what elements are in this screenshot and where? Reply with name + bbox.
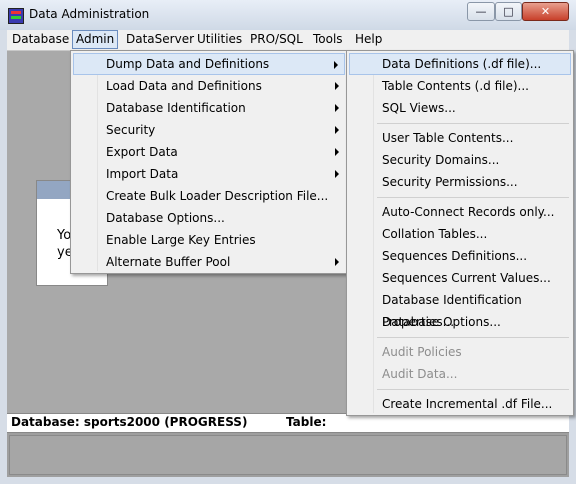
status-table: Table: xyxy=(286,415,327,429)
submenu-arrow-icon xyxy=(335,148,339,156)
admin-item-label: Enable Large Key Entries xyxy=(106,233,256,247)
admin-item-label: Database Options... xyxy=(106,211,225,225)
bottom-panel xyxy=(7,433,569,477)
dump-item-label: User Table Contents... xyxy=(382,131,514,145)
admin-item-label: Create Bulk Loader Description File... xyxy=(106,189,329,203)
status-database: Database: sports2000 (PROGRESS) xyxy=(11,415,248,429)
dump-item-label: Table Contents (.d file)... xyxy=(382,79,529,93)
admin-menu: Dump Data and Definitions Load Data and … xyxy=(70,50,348,274)
admin-item-load-data[interactable]: Load Data and Definitions xyxy=(73,75,345,97)
admin-item-bulk-loader[interactable]: Create Bulk Loader Description File... xyxy=(73,185,345,207)
dump-item-collation-tables[interactable]: Collation Tables... xyxy=(349,223,571,245)
dump-item-label: Sequences Current Values... xyxy=(382,271,551,285)
admin-item-label: Load Data and Definitions xyxy=(106,79,262,93)
dump-item-audit-data: Audit Data... xyxy=(349,363,571,385)
dump-item-label: Security Permissions... xyxy=(382,175,518,189)
submenu-arrow-icon xyxy=(335,126,339,134)
menu-separator xyxy=(377,197,569,198)
close-button[interactable]: ✕ xyxy=(522,2,569,21)
admin-item-database-options[interactable]: Database Options... xyxy=(73,207,345,229)
dump-item-audit-policies: Audit Policies xyxy=(349,341,571,363)
dump-item-label: Audit Policies xyxy=(382,345,462,359)
admin-item-large-key-entries[interactable]: Enable Large Key Entries xyxy=(73,229,345,251)
submenu-arrow-icon xyxy=(335,104,339,112)
submenu-arrow-icon xyxy=(334,61,338,69)
admin-item-label: Export Data xyxy=(106,145,178,159)
dump-item-sequences-current-values[interactable]: Sequences Current Values... xyxy=(349,267,571,289)
admin-item-export-data[interactable]: Export Data xyxy=(73,141,345,163)
bottom-panel-inset xyxy=(9,435,567,475)
admin-item-label: Alternate Buffer Pool xyxy=(106,255,231,269)
admin-item-dump-data[interactable]: Dump Data and Definitions xyxy=(73,53,345,75)
admin-item-db-identification[interactable]: Database Identification xyxy=(73,97,345,119)
minimize-button[interactable]: — xyxy=(467,2,495,21)
admin-item-label: Import Data xyxy=(106,167,179,181)
dump-item-label: Security Domains... xyxy=(382,153,500,167)
dump-item-label: Audit Data... xyxy=(382,367,458,381)
admin-item-label: Security xyxy=(106,123,156,137)
dump-item-security-domains[interactable]: Security Domains... xyxy=(349,149,571,171)
menu-separator xyxy=(377,123,569,124)
menu-pro-sql[interactable]: PRO/SQL xyxy=(247,30,306,49)
admin-item-alternate-buffer-pool[interactable]: Alternate Buffer Pool xyxy=(73,251,345,273)
menu-admin[interactable]: Admin xyxy=(72,30,119,49)
menu-separator xyxy=(377,389,569,390)
title-bar: Data Administration — □ ✕ xyxy=(0,0,576,30)
admin-item-label: Database Identification xyxy=(106,101,246,115)
dump-item-label: Data Definitions (.df file)... xyxy=(382,57,542,71)
admin-item-label: Dump Data and Definitions xyxy=(106,57,270,71)
menu-help[interactable]: Help xyxy=(352,30,385,49)
dump-item-database-options[interactable]: Database Options... xyxy=(349,311,571,333)
dump-item-label: Collation Tables... xyxy=(382,227,488,241)
window-title: Data Administration xyxy=(29,7,150,21)
menu-tools[interactable]: Tools xyxy=(310,30,346,49)
dump-item-data-definitions[interactable]: Data Definitions (.df file)... xyxy=(349,53,571,75)
menu-dataserver[interactable]: DataServer xyxy=(123,30,197,49)
dump-item-label: Auto-Connect Records only... xyxy=(382,205,555,219)
progress-app-icon xyxy=(8,8,24,24)
dump-item-db-identification-properties[interactable]: Database Identification Properties... xyxy=(349,289,571,329)
admin-item-security[interactable]: Security xyxy=(73,119,345,141)
admin-item-import-data[interactable]: Import Data xyxy=(73,163,345,185)
dump-item-label: Sequences Definitions... xyxy=(382,249,528,263)
dump-item-label: Create Incremental .df File... xyxy=(382,397,553,411)
dump-item-auto-connect[interactable]: Auto-Connect Records only... xyxy=(349,201,571,223)
menu-database[interactable]: Database xyxy=(9,30,72,49)
dump-item-security-permissions[interactable]: Security Permissions... xyxy=(349,171,571,193)
submenu-arrow-icon xyxy=(335,170,339,178)
status-bar: Database: sports2000 (PROGRESS) Table: xyxy=(7,413,569,433)
dump-item-label: Database Options... xyxy=(382,315,501,329)
menu-utilities[interactable]: Utilities xyxy=(194,30,245,49)
dump-item-sequences-definitions[interactable]: Sequences Definitions... xyxy=(349,245,571,267)
dump-submenu: Data Definitions (.df file)... Table Con… xyxy=(346,50,574,416)
submenu-arrow-icon xyxy=(335,258,339,266)
dump-item-label: SQL Views... xyxy=(382,101,456,115)
dump-item-table-contents[interactable]: Table Contents (.d file)... xyxy=(349,75,571,97)
dump-item-user-table-contents[interactable]: User Table Contents... xyxy=(349,127,571,149)
dump-item-sql-views[interactable]: SQL Views... xyxy=(349,97,571,119)
maximize-button[interactable]: □ xyxy=(495,2,522,21)
dump-item-create-incremental-df[interactable]: Create Incremental .df File... xyxy=(349,393,571,415)
submenu-arrow-icon xyxy=(335,82,339,90)
menu-bar: Database Admin DataServer Utilities PRO/… xyxy=(7,30,569,51)
menu-separator xyxy=(377,337,569,338)
